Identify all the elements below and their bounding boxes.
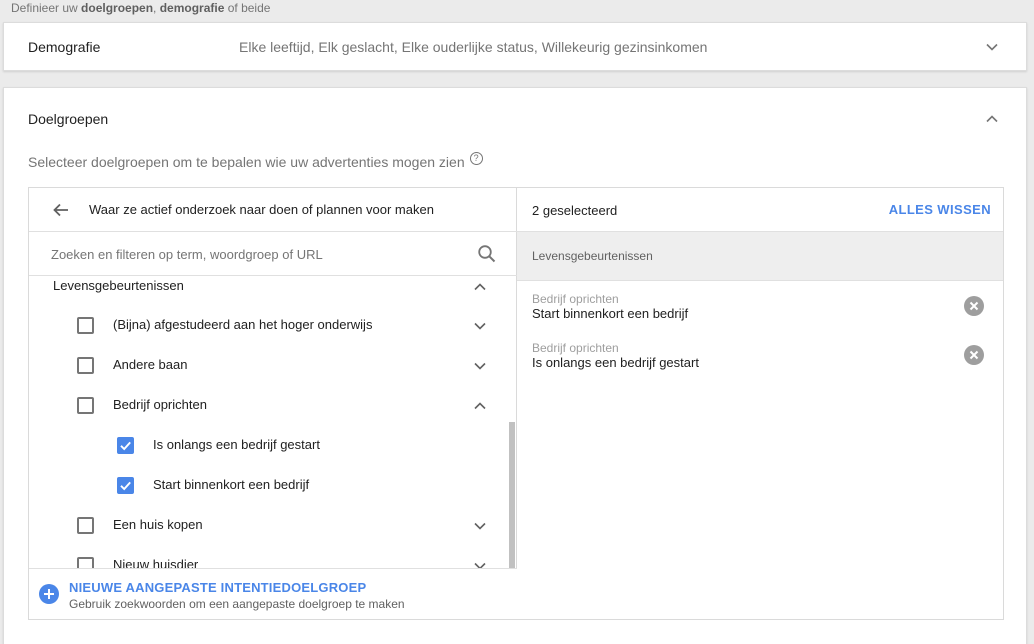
audiences-title: Doelgroepen bbox=[28, 111, 109, 127]
category-tree: Levensgebeurtenissen (Bijna) afgestudeer… bbox=[29, 276, 517, 568]
section-hint: Definieer uw doelgroepen, demografie of … bbox=[11, 1, 271, 15]
selected-header: 2 geselecteerd ALLES WISSEN bbox=[517, 188, 1003, 232]
selected-count: 2 geselecteerd bbox=[532, 203, 618, 218]
demographics-summary: Elke leeftijd, Elk geslacht, Elke ouderl… bbox=[239, 39, 708, 55]
checkbox-icon[interactable] bbox=[77, 357, 94, 374]
checkbox-icon[interactable] bbox=[77, 317, 94, 334]
chevron-up-icon[interactable] bbox=[981, 108, 1003, 130]
checkbox-icon[interactable] bbox=[117, 437, 134, 454]
audience-browser: Waar ze actief onderzoek naar doen of pl… bbox=[29, 188, 517, 619]
chevron-down-icon[interactable] bbox=[469, 555, 491, 568]
audiences-subtitle: Selecteer doelgroepen om te bepalen wie … bbox=[28, 151, 483, 170]
item-label: Andere baan bbox=[113, 357, 188, 372]
chevron-down-icon[interactable] bbox=[469, 355, 491, 377]
search-bar bbox=[29, 232, 517, 276]
list-item[interactable]: Andere baan bbox=[29, 346, 509, 386]
item-label: Bedrijf oprichten bbox=[113, 397, 207, 412]
audience-picker: Waar ze actief onderzoek naar doen of pl… bbox=[28, 187, 1004, 620]
list-item[interactable]: Nieuw huisdier bbox=[29, 546, 509, 568]
list-item[interactable]: Start binnenkort een bedrijf bbox=[29, 466, 509, 506]
chevron-down-icon[interactable] bbox=[469, 315, 491, 337]
selected-item-category: Bedrijf oprichten bbox=[532, 341, 619, 355]
breadcrumb: Waar ze actief onderzoek naar doen of pl… bbox=[89, 202, 434, 217]
scrollbar[interactable] bbox=[509, 422, 515, 572]
section-levensgebeurtenissen[interactable]: Levensgebeurtenissen bbox=[29, 276, 509, 307]
chevron-down-icon[interactable] bbox=[981, 36, 1003, 58]
remove-circle-icon[interactable] bbox=[964, 296, 984, 316]
item-label: (Bijna) afgestudeerd aan het hoger onder… bbox=[113, 317, 373, 332]
arrow-left-icon[interactable] bbox=[51, 200, 71, 220]
list-item[interactable]: (Bijna) afgestudeerd aan het hoger onder… bbox=[29, 306, 509, 346]
section-label: Levensgebeurtenissen bbox=[53, 278, 184, 293]
help-icon[interactable]: ? bbox=[469, 151, 483, 165]
checkbox-icon[interactable] bbox=[77, 517, 94, 534]
selected-group-title: Levensgebeurtenissen bbox=[532, 249, 653, 263]
chevron-up-icon[interactable] bbox=[469, 276, 491, 298]
list-item[interactable]: Een huis kopen bbox=[29, 506, 509, 546]
plus-circle-icon[interactable] bbox=[39, 584, 59, 604]
demographics-title: Demografie bbox=[28, 39, 101, 55]
browse-header: Waar ze actief onderzoek naar doen of pl… bbox=[29, 188, 517, 232]
selected-item-category: Bedrijf oprichten bbox=[532, 292, 619, 306]
list-item[interactable]: Is onlangs een bedrijf gestart bbox=[29, 426, 509, 466]
item-label: Een huis kopen bbox=[113, 517, 203, 532]
clear-all-button[interactable]: ALLES WISSEN bbox=[889, 202, 991, 217]
custom-intent-hint: Gebruik zoekwoorden om een aangepaste do… bbox=[69, 597, 405, 611]
selected-group-header: Levensgebeurtenissen bbox=[517, 232, 1003, 281]
chevron-down-icon[interactable] bbox=[469, 515, 491, 537]
new-custom-intent-button[interactable]: NIEUWE AANGEPASTE INTENTIEDOELGROEP bbox=[69, 580, 366, 595]
search-icon[interactable] bbox=[477, 244, 497, 264]
list-item[interactable]: Bedrijf oprichten bbox=[29, 386, 509, 426]
checkbox-icon[interactable] bbox=[77, 397, 94, 414]
selected-item: Bedrijf oprichten Start binnenkort een b… bbox=[517, 292, 1003, 336]
selected-panel: 2 geselecteerd ALLES WISSEN Levensgebeur… bbox=[517, 188, 1003, 619]
demographics-card[interactable]: Demografie Elke leeftijd, Elk geslacht, … bbox=[3, 22, 1027, 71]
item-label: Is onlangs een bedrijf gestart bbox=[153, 437, 320, 452]
selected-item: Bedrijf oprichten Is onlangs een bedrijf… bbox=[517, 341, 1003, 385]
custom-intent-footer[interactable]: NIEUWE AANGEPASTE INTENTIEDOELGROEP Gebr… bbox=[29, 568, 517, 619]
chevron-up-icon[interactable] bbox=[469, 395, 491, 417]
search-input[interactable] bbox=[51, 242, 461, 266]
selected-item-name: Start binnenkort een bedrijf bbox=[532, 306, 689, 321]
checkbox-icon[interactable] bbox=[117, 477, 134, 494]
selected-item-name: Is onlangs een bedrijf gestart bbox=[532, 355, 699, 370]
remove-circle-icon[interactable] bbox=[964, 345, 984, 365]
checkbox-icon[interactable] bbox=[77, 557, 94, 568]
item-label: Start binnenkort een bedrijf bbox=[153, 477, 310, 492]
audiences-card: Doelgroepen Selecteer doelgroepen om te … bbox=[3, 87, 1027, 644]
item-label: Nieuw huisdier bbox=[113, 557, 199, 568]
